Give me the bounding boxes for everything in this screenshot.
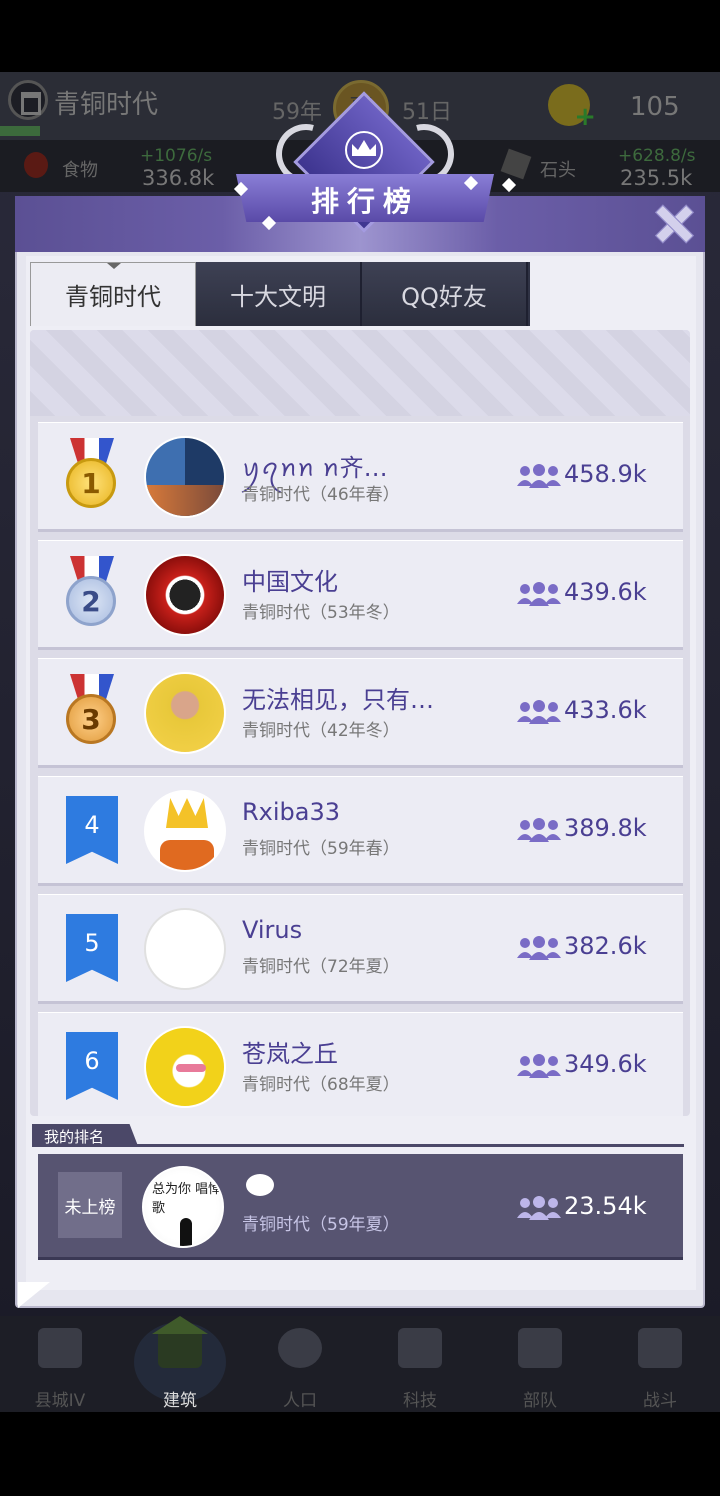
year-label: 59年 [272, 100, 322, 125]
rank-flag-icon: 4 [66, 796, 118, 864]
population-value: 349.6k [564, 1050, 647, 1078]
ranking-row[interactable]: 4 Rxiba33 青铜时代（59年春） 389.8k [38, 776, 683, 886]
swords-icon [638, 1328, 682, 1368]
population-icon [517, 582, 561, 606]
avatar[interactable] [144, 1026, 226, 1108]
crown-icon [345, 131, 383, 169]
player-name: Virus [242, 916, 303, 944]
age-icon[interactable] [8, 80, 48, 120]
player-name: 苍岚之丘 [242, 1040, 338, 1068]
tab-bronze-age[interactable]: 青铜时代 [30, 262, 196, 326]
nav-label: 县城IV [34, 1391, 86, 1411]
population-value: 433.6k [564, 696, 647, 724]
speech-bubble-icon [246, 1174, 274, 1196]
nav-label: 战斗 [643, 1391, 677, 1411]
close-button[interactable] [652, 202, 694, 244]
corner-decoration [18, 1282, 50, 1308]
stone-rate: +628.8/s [618, 146, 696, 166]
bronze-medal-icon: 3 [66, 674, 118, 748]
nav-label: 科技 [403, 1391, 437, 1411]
population-value: 458.9k [564, 460, 647, 488]
avatar[interactable] [144, 436, 226, 518]
population-value: 382.6k [564, 932, 647, 960]
population-icon [517, 936, 561, 960]
player-era: 青铜时代（72年夏） [242, 957, 400, 977]
player-name: 中国文化 [242, 568, 338, 596]
rank-flag-icon: 5 [66, 914, 118, 982]
avatar[interactable] [144, 908, 226, 990]
avatar[interactable] [144, 790, 226, 872]
player-era: 青铜时代（59年夏） [242, 1215, 400, 1235]
my-rank-row[interactable]: 未上榜 总为你 唱悼歌 青铜时代（59年夏） 23.54k [38, 1154, 683, 1260]
population-value: 23.54k [564, 1192, 647, 1220]
nav-label: 部队 [523, 1391, 557, 1411]
gold-medal-icon: 1 [66, 438, 118, 512]
divider [32, 1144, 684, 1147]
silver-medal-icon: 2 [66, 556, 118, 630]
list-header-pattern [30, 330, 690, 416]
food-rate: +1076/s [140, 146, 213, 166]
age-name: 青铜时代 [54, 90, 159, 120]
player-era: 青铜时代（42年冬） [242, 721, 400, 741]
player-name: Rxiba33 [242, 798, 341, 826]
ranking-row[interactable]: 3 无法相见，只有… 青铜时代（42年冬） 433.6k [38, 658, 683, 768]
stone-amount: 235.5k [620, 166, 693, 190]
nav-item-county[interactable]: 县城IV [0, 1316, 120, 1412]
player-era: 青铜时代（53年冬） [242, 603, 400, 623]
tab-qq-friends[interactable]: QQ好友 [362, 262, 528, 326]
ranking-row[interactable]: 2 中国文化 青铜时代（53年冬） 439.6k [38, 540, 683, 650]
food-amount: 336.8k [142, 166, 215, 190]
player-name: 无法相见，只有… [242, 686, 434, 714]
player-era: 青铜时代（46年春） [242, 485, 400, 505]
nav-label: 人口 [283, 1391, 317, 1411]
population-icon [517, 464, 561, 488]
screen: { "status": { "age_name": "青铜时代", "year"… [0, 0, 720, 1496]
nav-item-buildings[interactable]: 建筑 [120, 1316, 240, 1412]
food-label: 食物 [62, 160, 98, 181]
ranking-row[interactable]: 5 Virus 青铜时代（72年夏） 382.6k [38, 894, 683, 1004]
tab-bar: 青铜时代 十大文明 QQ好友 [30, 262, 530, 326]
house-icon [152, 1316, 208, 1368]
ranking-row[interactable]: 1 ꪗꪖꪀꪀ ꪀ齐… 青铜时代（46年春） 458.9k [38, 422, 683, 532]
gem-add-icon[interactable] [548, 84, 596, 132]
nav-item-battle[interactable]: 战斗 [600, 1316, 720, 1412]
player-era: 青铜时代（68年夏） [242, 1075, 400, 1095]
population-value: 439.6k [564, 578, 647, 606]
castle-icon [38, 1328, 82, 1368]
avatar[interactable] [144, 554, 226, 636]
population-icon [517, 1054, 561, 1078]
person-icon [278, 1328, 322, 1368]
rank-number: 1 [66, 458, 116, 508]
unranked-badge: 未上榜 [58, 1172, 122, 1238]
stone-label: 石头 [540, 160, 576, 181]
rank-number: 3 [66, 694, 116, 744]
rank-flag-icon: 6 [66, 1032, 118, 1100]
nav-label: 建筑 [163, 1391, 197, 1411]
gem-count: 105 [630, 92, 680, 122]
nav-item-population[interactable]: 人口 [240, 1316, 360, 1412]
tab-top-ten[interactable]: 十大文明 [196, 262, 362, 326]
ranking-row[interactable]: 6 苍岚之丘 青铜时代（68年夏） 349.6k [38, 1012, 683, 1116]
book-icon [398, 1328, 442, 1368]
avatar-caption: 总为你 唱悼歌 [152, 1182, 222, 1216]
population-icon [517, 818, 561, 842]
population-value: 389.8k [564, 814, 647, 842]
dialog-title: 排行榜 [310, 185, 419, 218]
avatar[interactable]: 总为你 唱悼歌 [142, 1166, 224, 1248]
day-label: 51日 [402, 100, 452, 125]
avatar[interactable] [144, 672, 226, 754]
rank-number: 2 [66, 576, 116, 626]
population-icon [517, 700, 561, 724]
progress-bar [0, 126, 40, 136]
nav-item-troops[interactable]: 部队 [480, 1316, 600, 1412]
population-icon [517, 1196, 561, 1220]
player-era: 青铜时代（59年春） [242, 839, 400, 859]
banner-icon [518, 1328, 562, 1368]
nav-item-tech[interactable]: 科技 [360, 1316, 480, 1412]
food-icon [24, 152, 48, 178]
bottom-nav: 县城IV 建筑 人口 科技 部队 战斗 [0, 1316, 720, 1412]
